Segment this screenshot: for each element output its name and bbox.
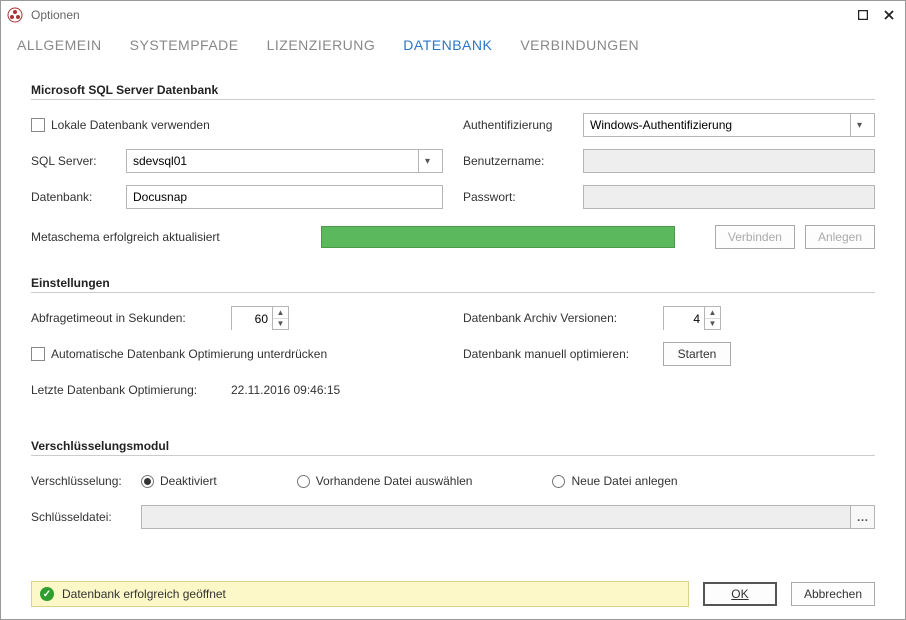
auth-combo[interactable]: ▾ — [583, 113, 875, 137]
content-area: Microsoft SQL Server Datenbank Lokale Da… — [1, 59, 905, 573]
encryption-label: Verschlüsselung: — [31, 474, 141, 488]
radio-new-label: Neue Datei anlegen — [571, 474, 677, 488]
use-local-db-checkbox[interactable]: Lokale Datenbank verwenden — [31, 118, 210, 132]
last-optimization-label: Letzte Datenbank Optimierung: — [31, 383, 231, 397]
keyfile-label: Schlüsseldatei: — [31, 510, 141, 524]
sql-server-label: SQL Server: — [31, 154, 126, 168]
chevron-down-icon[interactable]: ▾ — [418, 150, 436, 172]
metaschema-status: Metaschema erfolgreich aktualisiert — [31, 230, 321, 244]
radio-existing-label: Vorhandene Datei auswählen — [316, 474, 473, 488]
status-text: Datenbank erfolgreich geöffnet — [62, 587, 226, 601]
radio-existing-file[interactable]: Vorhandene Datei auswählen — [297, 474, 473, 488]
timeout-label: Abfragetimeout in Sekunden: — [31, 311, 231, 325]
tab-datenbank[interactable]: DATENBANK — [403, 37, 492, 53]
chevron-up-icon[interactable]: ▲ — [273, 307, 288, 319]
auth-label: Authentifizierung — [463, 118, 583, 132]
ok-button[interactable]: OK — [703, 582, 777, 606]
start-button[interactable]: Starten — [663, 342, 731, 366]
section-title-crypto: Verschlüsselungsmodul — [31, 439, 875, 453]
tab-bar: ALLGEMEIN SYSTEMPFADE LIZENZIERUNG DATEN… — [1, 29, 905, 59]
last-optimization-value: 22.11.2016 09:46:15 — [231, 383, 340, 397]
timeout-input[interactable] — [232, 307, 272, 331]
username-input — [583, 149, 875, 173]
sql-server-combo[interactable]: ▾ — [126, 149, 443, 173]
progress-bar — [321, 226, 675, 248]
radio-icon — [297, 475, 310, 488]
auth-input[interactable] — [590, 114, 850, 136]
section-title-db: Microsoft SQL Server Datenbank — [31, 83, 875, 97]
divider — [31, 292, 875, 293]
create-button[interactable]: Anlegen — [805, 225, 875, 249]
browse-button[interactable]: … — [851, 505, 875, 529]
tab-verbindungen[interactable]: VERBINDUNGEN — [520, 37, 639, 53]
suppress-optimization-label: Automatische Datenbank Optimierung unter… — [51, 347, 327, 361]
radio-new-file[interactable]: Neue Datei anlegen — [552, 474, 677, 488]
archive-input[interactable] — [664, 307, 704, 331]
success-icon: ✓ — [40, 587, 54, 601]
radio-deactivated[interactable]: Deaktiviert — [141, 474, 217, 488]
close-button[interactable] — [879, 7, 899, 23]
archive-stepper[interactable]: ▲ ▼ — [663, 306, 721, 330]
maximize-button[interactable] — [853, 7, 873, 23]
status-bar: ✓ Datenbank erfolgreich geöffnet — [31, 581, 689, 607]
title-bar: Optionen — [1, 1, 905, 29]
use-local-db-label: Lokale Datenbank verwenden — [51, 118, 210, 132]
connect-button[interactable]: Verbinden — [715, 225, 795, 249]
keyfile-input — [141, 505, 851, 529]
chevron-down-icon[interactable]: ▾ — [850, 114, 868, 136]
tab-allgemein[interactable]: ALLGEMEIN — [17, 37, 102, 53]
manual-opt-label: Datenbank manuell optimieren: — [463, 347, 663, 361]
chevron-down-icon[interactable]: ▼ — [705, 319, 720, 330]
section-title-settings: Einstellungen — [31, 276, 875, 290]
suppress-optimization-checkbox[interactable]: Automatische Datenbank Optimierung unter… — [31, 347, 327, 361]
radio-icon — [141, 475, 154, 488]
divider — [31, 99, 875, 100]
divider — [31, 455, 875, 456]
password-input — [583, 185, 875, 209]
database-input[interactable] — [126, 185, 443, 209]
chevron-down-icon[interactable]: ▼ — [273, 319, 288, 330]
radio-icon — [552, 475, 565, 488]
sql-server-input[interactable] — [133, 150, 418, 172]
tab-systempfade[interactable]: SYSTEMPFADE — [130, 37, 239, 53]
password-label: Passwort: — [463, 190, 583, 204]
username-label: Benutzername: — [463, 154, 583, 168]
timeout-stepper[interactable]: ▲ ▼ — [231, 306, 289, 330]
app-icon — [7, 7, 23, 23]
checkbox-icon — [31, 118, 45, 132]
cancel-button[interactable]: Abbrechen — [791, 582, 875, 606]
database-label: Datenbank: — [31, 190, 126, 204]
chevron-up-icon[interactable]: ▲ — [705, 307, 720, 319]
footer: ✓ Datenbank erfolgreich geöffnet OK Abbr… — [1, 573, 905, 619]
checkbox-icon — [31, 347, 45, 361]
radio-deactivated-label: Deaktiviert — [160, 474, 217, 488]
tab-lizenzierung[interactable]: LIZENZIERUNG — [267, 37, 376, 53]
window-title: Optionen — [31, 8, 80, 22]
archive-label: Datenbank Archiv Versionen: — [463, 311, 663, 325]
